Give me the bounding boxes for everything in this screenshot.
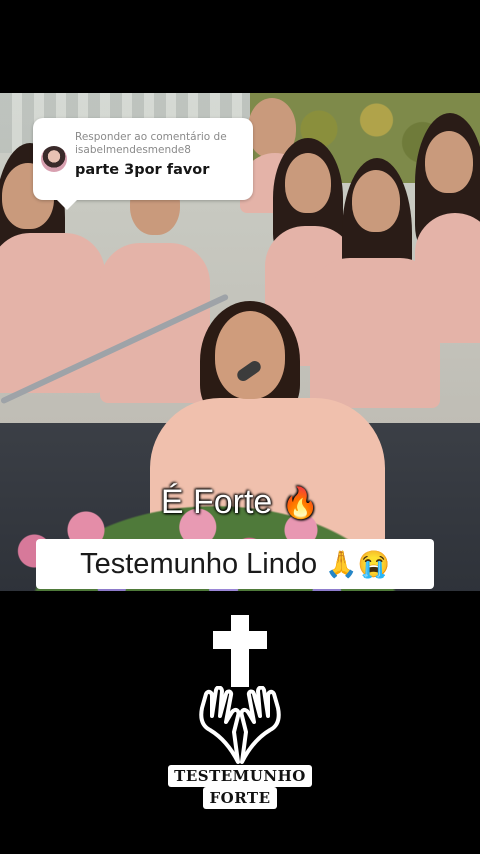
praying-hands-icon bbox=[199, 686, 281, 764]
cross-icon-bar bbox=[213, 631, 267, 649]
choir-member bbox=[405, 113, 480, 353]
reply-comment-bubble[interactable]: Responder ao comentário de isabelmendesm… bbox=[33, 118, 253, 210]
fire-icon: 🔥 bbox=[281, 487, 320, 520]
avatar bbox=[41, 146, 67, 172]
logo-line-1: TESTEMUNHO bbox=[168, 765, 312, 787]
caption-text: É Forte bbox=[160, 483, 273, 521]
reply-username: isabelmendesmende8 bbox=[75, 144, 191, 156]
cross-icon bbox=[231, 615, 249, 687]
speaker-face bbox=[215, 311, 285, 399]
caption-text: Testemunho Lindo bbox=[80, 547, 318, 580]
praying-crying-icon: 🙏😭 bbox=[325, 548, 390, 579]
logo-line-2: FORTE bbox=[203, 787, 277, 809]
logo-label: TESTEMUNHO FORTE bbox=[160, 760, 320, 814]
reply-label: Responder ao comentário de bbox=[75, 131, 227, 143]
reply-comment-text: parte 3por favor bbox=[75, 162, 210, 178]
caption-testemunho-lindo: Testemunho Lindo 🙏😭 bbox=[36, 539, 434, 589]
caption-e-forte: É Forte 🔥 bbox=[0, 483, 480, 522]
